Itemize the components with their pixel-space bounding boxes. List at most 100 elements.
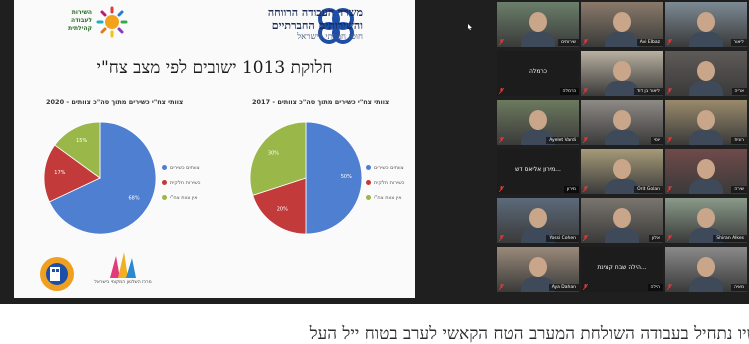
participant-tile[interactable]: אריה bbox=[665, 51, 747, 96]
participant-face bbox=[613, 208, 631, 228]
participant-tile[interactable]: יוסי bbox=[581, 100, 663, 145]
mouse-cursor-icon bbox=[468, 24, 472, 30]
participant-tile[interactable]: Aya Dahan bbox=[497, 247, 579, 292]
mic-muted-icon[interactable] bbox=[667, 235, 672, 241]
legend-item: צוותים כשירים bbox=[366, 160, 406, 175]
legend-item: אין צוות צח"י bbox=[162, 190, 202, 205]
people-logo-icon bbox=[110, 252, 136, 278]
mic-muted-icon[interactable] bbox=[583, 88, 588, 94]
mic-muted-icon[interactable] bbox=[583, 284, 588, 290]
shared-slide: משרד העבודה הרווחה והשירותים החברתיים חו… bbox=[14, 0, 415, 298]
legend-label: צוותים כשירים bbox=[374, 164, 404, 171]
legend-swatch bbox=[366, 195, 371, 200]
mic-muted-icon[interactable] bbox=[667, 137, 672, 143]
local-authorities-logo: מרכז השלטון המקומי בישראל bbox=[88, 250, 158, 294]
participant-name: ליאור בן דוד bbox=[633, 88, 663, 95]
legend-label: כשירות חלקית bbox=[170, 179, 201, 186]
participant-name: Orit Golan bbox=[634, 186, 663, 193]
participant-face bbox=[613, 159, 631, 179]
participant-body bbox=[605, 228, 639, 243]
participant-tile[interactable]: Shiran Alkes bbox=[665, 198, 747, 243]
participant-tile[interactable]: רונית bbox=[665, 100, 747, 145]
mic-muted-icon[interactable] bbox=[583, 235, 588, 241]
mic-muted-icon[interactable] bbox=[667, 39, 672, 45]
participant-face bbox=[697, 159, 715, 179]
mic-muted-icon[interactable] bbox=[499, 186, 504, 192]
participant-face bbox=[529, 257, 547, 277]
participant-tile[interactable]: Yossi Cohen bbox=[497, 198, 579, 243]
legend-label: אין צוות צח"י bbox=[170, 194, 198, 201]
pie-data-label: 50% bbox=[341, 174, 352, 180]
pie-chart-2017: 50% 20% 30% bbox=[249, 121, 363, 235]
participant-name: הילה bbox=[647, 284, 663, 291]
participant-tile[interactable]: ליאור bbox=[665, 2, 747, 47]
participant-tile[interactable]: Ayelet Vardi bbox=[497, 100, 579, 145]
participant-name: מירון bbox=[563, 186, 579, 193]
mic-muted-icon[interactable] bbox=[499, 284, 504, 290]
legend-label: כשירות חלקית bbox=[374, 179, 405, 186]
participant-body bbox=[689, 277, 723, 292]
participant-tile[interactable]: מאיה bbox=[665, 247, 747, 292]
resilience-logo-icon bbox=[40, 257, 74, 291]
mic-muted-icon[interactable] bbox=[499, 235, 504, 241]
participant-name: Ayelet Vardi bbox=[546, 137, 579, 144]
mic-muted-icon[interactable] bbox=[583, 186, 588, 192]
pie-data-label: 17% bbox=[54, 170, 65, 176]
ministry-line-3: חוסן חברתי לישראל bbox=[297, 32, 363, 42]
participant-body bbox=[521, 32, 555, 47]
participant-tile[interactable]: אלון bbox=[581, 198, 663, 243]
caption-text: כשיו נתחיל בעבודה השולחת המערב הטח הקאשי… bbox=[309, 324, 749, 344]
mic-muted-icon[interactable] bbox=[583, 137, 588, 143]
mic-muted-icon[interactable] bbox=[499, 88, 504, 94]
participant-name: Shiran Alkes bbox=[713, 235, 747, 242]
mic-muted-icon[interactable] bbox=[667, 284, 672, 290]
participant-face bbox=[529, 208, 547, 228]
ministry-line-2: והשירותים החברתיים bbox=[271, 19, 363, 32]
participant-name: ליאור bbox=[730, 39, 747, 46]
participant-tile[interactable]: Orit Golan bbox=[581, 149, 663, 194]
legend-label: אין צוות צח"י bbox=[374, 194, 402, 201]
participant-face bbox=[697, 61, 715, 81]
mic-muted-icon[interactable] bbox=[499, 39, 504, 45]
participant-face bbox=[529, 110, 547, 130]
participant-tile[interactable]: Avi Elbaz bbox=[581, 2, 663, 47]
participant-tile[interactable]: ...מירון אליאס דש מירון bbox=[497, 149, 579, 194]
page-caption: כשיו נתחיל בעבודה השולחת המערב הטח הקאשי… bbox=[0, 319, 749, 344]
participant-center-name: כרמלה bbox=[529, 68, 547, 75]
participant-tile[interactable]: ...הילה שבח קצינת הילה bbox=[581, 247, 663, 292]
participant-tile[interactable]: ליאור בן דוד bbox=[581, 51, 663, 96]
mic-muted-icon[interactable] bbox=[667, 88, 672, 94]
participant-name: Aya Dahan bbox=[548, 284, 579, 291]
participant-body bbox=[689, 81, 723, 96]
participant-center-name: ...מירון אליאס דש bbox=[515, 166, 561, 173]
participant-name: יוסי bbox=[650, 137, 663, 144]
participant-face bbox=[697, 208, 715, 228]
legend-item: צוותים כשירים bbox=[162, 160, 202, 175]
mic-muted-icon[interactable] bbox=[583, 39, 588, 45]
participant-face bbox=[697, 12, 715, 32]
participant-face bbox=[613, 110, 631, 130]
participant-gallery[interactable]: שירותים Avi Elbaz ליאור כרמלה כרמלה ליאור בן … bbox=[495, 0, 749, 298]
legend-label: צוותים כשירים bbox=[170, 164, 200, 171]
participant-name: אלון bbox=[648, 235, 663, 242]
community-work-logo: השירות לעבודה קהילתית bbox=[52, 6, 144, 38]
participant-tile[interactable]: שירותים bbox=[497, 2, 579, 47]
participant-tile[interactable]: כרמלה כרמלה bbox=[497, 51, 579, 96]
legend-swatch bbox=[366, 180, 371, 185]
participant-tile[interactable]: שירה bbox=[665, 149, 747, 194]
participant-face bbox=[697, 110, 715, 130]
participant-body bbox=[605, 130, 639, 145]
legend-item: כשירות חלקית bbox=[162, 175, 202, 190]
ministry-line-1: משרד העבודה הרווחה bbox=[267, 6, 363, 19]
participant-body bbox=[689, 179, 723, 194]
slide-title: חלוקת 1013 ישובים לפי מצב צח"י bbox=[96, 58, 333, 78]
mic-muted-icon[interactable] bbox=[499, 137, 504, 143]
participant-face bbox=[697, 257, 715, 277]
participant-face bbox=[613, 12, 631, 32]
pie-slice bbox=[305, 121, 363, 235]
legend-swatch bbox=[162, 180, 167, 185]
legend-swatch bbox=[162, 195, 167, 200]
mic-muted-icon[interactable] bbox=[667, 186, 672, 192]
participant-name: אריה bbox=[731, 88, 747, 95]
participant-name: שירותים bbox=[558, 39, 579, 46]
